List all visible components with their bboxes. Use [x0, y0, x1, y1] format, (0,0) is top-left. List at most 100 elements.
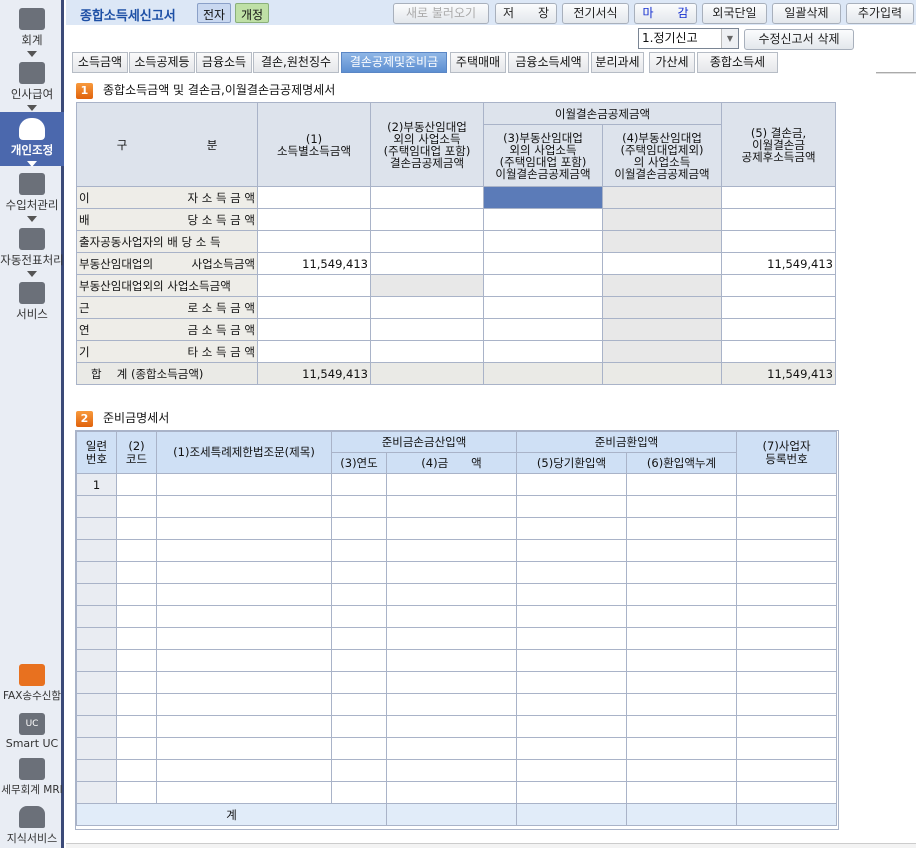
current-reversal-cell[interactable]	[516, 605, 628, 628]
income-amount-cell[interactable]	[257, 296, 371, 319]
current-reversal-cell[interactable]	[516, 671, 628, 694]
close-filing-button[interactable]: 마 감	[634, 3, 697, 24]
carryover-rental-cell[interactable]	[601, 186, 723, 209]
amount-cell[interactable]	[385, 517, 518, 540]
year-cell[interactable]	[331, 671, 387, 694]
code-cell[interactable]	[116, 517, 157, 540]
year-cell[interactable]	[331, 693, 387, 716]
code-cell[interactable]	[116, 649, 157, 672]
tab-global-income-tax[interactable]: 종합소득세	[697, 52, 778, 73]
carryover-rental-cell[interactable]	[601, 230, 723, 253]
code-cell[interactable]	[116, 627, 157, 650]
current-reversal-cell[interactable]	[516, 495, 628, 518]
save-button[interactable]: 저 장	[495, 3, 557, 24]
carryover-non-rental-cell[interactable]	[483, 274, 603, 297]
cumulative-reversal-cell[interactable]	[626, 759, 738, 782]
year-cell[interactable]	[331, 649, 387, 672]
cumulative-reversal-cell[interactable]	[626, 781, 738, 804]
amount-cell[interactable]	[385, 561, 518, 584]
carryover-non-rental-cell[interactable]	[483, 208, 603, 231]
biz-reg-no-cell[interactable]	[736, 495, 838, 518]
current-reversal-cell[interactable]	[516, 649, 628, 672]
tab-financial-income[interactable]: 금융소득	[196, 52, 252, 73]
year-cell[interactable]	[331, 759, 387, 782]
code-cell[interactable]	[116, 473, 157, 496]
carryover-rental-cell[interactable]	[601, 252, 723, 275]
biz-reg-no-cell[interactable]	[736, 759, 838, 782]
amount-cell[interactable]	[385, 495, 518, 518]
year-cell[interactable]	[331, 473, 387, 496]
sidebar-item-knowledge[interactable]: 지식서비스	[0, 806, 64, 846]
non-rental-loss-cell[interactable]	[370, 296, 484, 319]
biz-reg-no-cell[interactable]	[736, 605, 838, 628]
year-cell[interactable]	[331, 627, 387, 650]
income-amount-cell[interactable]	[257, 340, 371, 363]
current-reversal-cell[interactable]	[516, 539, 628, 562]
income-amount-cell[interactable]	[257, 208, 371, 231]
cumulative-reversal-cell[interactable]	[626, 583, 738, 606]
cumulative-reversal-cell[interactable]	[626, 539, 738, 562]
biz-reg-no-cell[interactable]	[736, 693, 838, 716]
cumulative-reversal-cell[interactable]	[626, 693, 738, 716]
article-cell[interactable]	[156, 627, 332, 650]
carryover-non-rental-cell[interactable]	[483, 186, 603, 209]
amount-cell[interactable]	[385, 737, 518, 760]
cumulative-reversal-cell[interactable]	[626, 715, 738, 738]
amount-cell[interactable]	[385, 627, 518, 650]
code-cell[interactable]	[116, 495, 157, 518]
carryover-non-rental-cell[interactable]	[483, 230, 603, 253]
article-cell[interactable]	[156, 737, 332, 760]
sidebar-item-personal-adjustment[interactable]: 개인조정	[0, 112, 64, 167]
amount-cell[interactable]	[385, 781, 518, 804]
income-amount-cell[interactable]	[257, 318, 371, 341]
tab-separate-taxation[interactable]: 분리과세	[591, 52, 644, 73]
tab-loss-withholding[interactable]: 결손,원천징수	[253, 52, 339, 73]
amount-cell[interactable]	[385, 473, 518, 496]
sidebar-item-accounting[interactable]: 회계	[0, 8, 64, 58]
biz-reg-no-cell[interactable]	[736, 715, 838, 738]
biz-reg-no-cell[interactable]	[736, 649, 838, 672]
current-reversal-cell[interactable]	[516, 561, 628, 584]
carryover-non-rental-cell[interactable]	[483, 252, 603, 275]
income-amount-cell[interactable]	[257, 230, 371, 253]
sidebar-item-mri[interactable]: 세무회계 MRI	[0, 758, 64, 797]
code-cell[interactable]	[116, 759, 157, 782]
code-cell[interactable]	[116, 583, 157, 606]
electronic-tag[interactable]: 전자	[197, 3, 232, 23]
tab-loss-deduction-reserve[interactable]: 결손공제및준비금	[341, 52, 447, 73]
carryover-rental-cell[interactable]	[601, 274, 723, 297]
year-cell[interactable]	[331, 737, 387, 760]
amount-cell[interactable]	[385, 539, 518, 562]
carryover-non-rental-cell[interactable]	[483, 296, 603, 319]
code-cell[interactable]	[116, 561, 157, 584]
current-reversal-cell[interactable]	[516, 737, 628, 760]
article-cell[interactable]	[156, 759, 332, 782]
biz-reg-no-cell[interactable]	[736, 781, 838, 804]
after-deduction-cell[interactable]	[721, 340, 837, 363]
non-rental-loss-cell[interactable]	[370, 340, 484, 363]
code-cell[interactable]	[116, 693, 157, 716]
tab-income-deduction[interactable]: 소득공제등	[129, 52, 195, 73]
code-cell[interactable]	[116, 605, 157, 628]
cumulative-reversal-cell[interactable]	[626, 473, 738, 496]
cumulative-reversal-cell[interactable]	[626, 737, 738, 760]
foreign-single-button[interactable]: 외국단일	[702, 3, 767, 24]
tab-income-amount[interactable]: 소득금액	[72, 52, 128, 73]
after-deduction-cell[interactable]	[721, 296, 837, 319]
sidebar-item-service[interactable]: 서비스	[0, 282, 64, 322]
non-rental-loss-cell[interactable]	[370, 274, 484, 297]
bulk-delete-button[interactable]: 일괄삭제	[772, 3, 841, 24]
article-cell[interactable]	[156, 583, 332, 606]
add-input-button[interactable]: 추가입력	[846, 3, 914, 24]
non-rental-loss-cell[interactable]	[370, 186, 484, 209]
cumulative-reversal-cell[interactable]	[626, 605, 738, 628]
tab-penalty-tax[interactable]: 가산세	[649, 52, 695, 73]
after-deduction-cell[interactable]	[721, 318, 837, 341]
carryover-non-rental-cell[interactable]	[483, 340, 603, 363]
sidebar-item-income-management[interactable]: 수입처관리	[0, 173, 64, 223]
non-rental-loss-cell[interactable]	[370, 208, 484, 231]
income-amount-cell[interactable]	[257, 274, 371, 297]
current-reversal-cell[interactable]	[516, 715, 628, 738]
article-cell[interactable]	[156, 561, 332, 584]
article-cell[interactable]	[156, 715, 332, 738]
